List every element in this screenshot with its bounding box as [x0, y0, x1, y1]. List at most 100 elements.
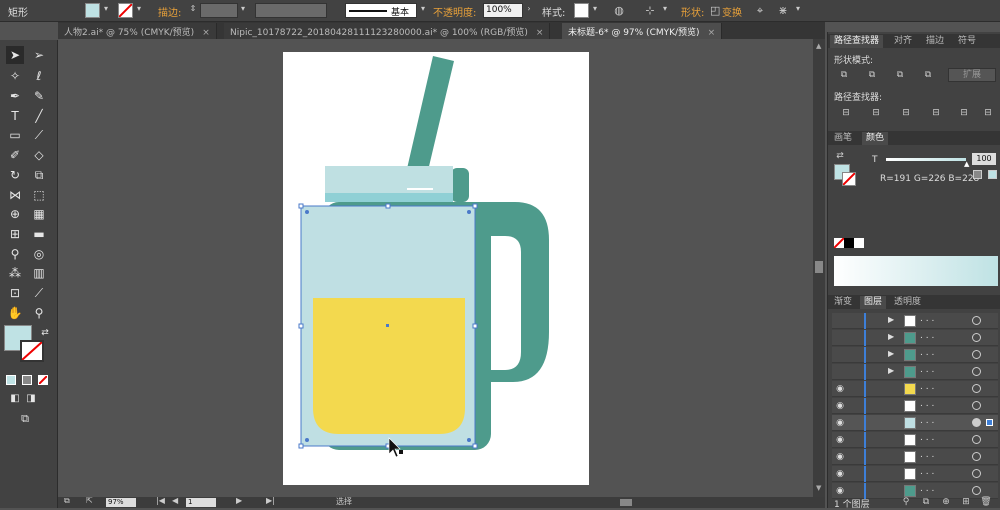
zoom-input[interactable]: 97%	[106, 498, 136, 507]
transform-label[interactable]: 变换	[722, 4, 742, 19]
outline-icon[interactable]: ⊟	[956, 106, 972, 120]
layer-row[interactable]: ▶ . . .	[832, 364, 998, 380]
tab-document-2[interactable]: Nipic_10178722_20180428111123280000.ai* …	[224, 23, 551, 39]
tab-color[interactable]: 颜色	[862, 132, 889, 145]
tab-align[interactable]: 对齐	[890, 35, 916, 48]
layer-row-selected[interactable]: ◉ . . .	[832, 415, 998, 431]
tint-input[interactable]: 100	[972, 153, 996, 165]
selection-tool-icon[interactable]: ➤	[6, 46, 24, 64]
target-icon[interactable]	[972, 469, 981, 478]
magic-wand-tool-icon[interactable]: ✧	[6, 67, 24, 85]
stroke-color-swatch[interactable]	[842, 172, 856, 186]
perspective-grid-tool-icon[interactable]: ▦	[30, 205, 48, 223]
artboard[interactable]	[283, 52, 589, 485]
tint-slider-thumb[interactable]: ▲	[964, 160, 969, 168]
artboard-nav-icon[interactable]: ⧉	[64, 496, 70, 506]
swap-colors-icon[interactable]: ⇄	[36, 324, 54, 342]
gradient-tool-icon[interactable]: ▬	[30, 225, 48, 243]
intersect-icon[interactable]: ⧉	[892, 68, 908, 82]
target-icon[interactable]	[972, 316, 981, 325]
expand-arrow-icon[interactable]: ▶	[888, 315, 894, 324]
target-icon[interactable]	[972, 333, 981, 342]
scale-tool-icon[interactable]: ⧉	[30, 166, 48, 184]
layer-row[interactable]: ◉ . . .	[832, 381, 998, 397]
gamut-swatch[interactable]	[988, 170, 997, 179]
layer-row[interactable]: ◉ . . .	[832, 449, 998, 465]
selection-indicator[interactable]	[986, 419, 993, 426]
layer-row[interactable]: ◉ . . .	[832, 432, 998, 448]
exclude-icon[interactable]: ⧉	[920, 68, 936, 82]
opacity-input[interactable]: 100%	[483, 3, 523, 18]
opacity-label[interactable]: 不透明度:	[433, 4, 476, 19]
artboard-tool-icon[interactable]: ⊡	[6, 284, 24, 302]
eye-icon[interactable]: ◉	[834, 383, 846, 395]
isolate-icon[interactable]: ⌖	[755, 4, 765, 18]
scroll-up-icon[interactable]: ▲	[816, 42, 821, 50]
target-icon[interactable]	[972, 486, 981, 495]
layer-row[interactable]: ▶ . . .	[832, 347, 998, 363]
tab-transparency[interactable]: 透明度	[890, 296, 925, 309]
eye-icon[interactable]: ◉	[834, 400, 846, 412]
brush-profile-select[interactable]: 基本	[345, 3, 417, 18]
stroke-color-swatch[interactable]	[20, 340, 44, 362]
type-tool-icon[interactable]: T	[6, 107, 24, 125]
color-spectrum[interactable]	[834, 256, 998, 286]
new-layer-icon[interactable]: ⊞	[958, 495, 974, 509]
target-icon[interactable]	[972, 418, 981, 427]
eye-icon[interactable]: ◉	[834, 485, 846, 497]
fill-swatch[interactable]	[85, 3, 100, 18]
pencil-tool-icon[interactable]: ✐	[6, 146, 24, 164]
line-tool-icon[interactable]: ╱	[30, 107, 48, 125]
shape-builder-tool-icon[interactable]: ⊕	[6, 205, 24, 223]
target-icon[interactable]	[972, 435, 981, 444]
expand-button[interactable]: 扩展	[948, 68, 996, 82]
graphic-style-swatch[interactable]	[574, 3, 589, 18]
rectangle-tool-icon[interactable]: ▭	[6, 126, 24, 144]
merge-icon[interactable]: ⊟	[898, 106, 914, 120]
trim-icon[interactable]: ⊟	[868, 106, 884, 120]
tab-symbols[interactable]: 符号	[954, 35, 980, 48]
layer-row[interactable]: ◉ . . .	[832, 466, 998, 482]
first-page-icon[interactable]: |◀	[156, 496, 165, 505]
white-swatch[interactable]	[854, 238, 864, 248]
divide-icon[interactable]: ⊟	[838, 106, 854, 120]
eye-icon[interactable]: ◉	[834, 451, 846, 463]
symbol-sprayer-tool-icon[interactable]: ⁂	[6, 264, 24, 282]
close-icon[interactable]: ×	[708, 28, 716, 38]
juice-shape[interactable]	[313, 298, 465, 434]
vertical-scrollbar[interactable]: ▲ ▼	[813, 39, 825, 497]
none-swatch[interactable]	[833, 237, 845, 249]
minus-front-icon[interactable]: ⧉	[864, 68, 880, 82]
tab-document-1[interactable]: 人物2.ai* @ 75% (CMYK/预览) ×	[58, 23, 217, 39]
stroke-swatch[interactable]	[118, 3, 133, 18]
new-sublayer-icon[interactable]: ⊕	[938, 495, 954, 509]
brush-profile-dropdown-icon[interactable]: ▾	[418, 4, 428, 18]
fill-dropdown-icon[interactable]: ▾	[101, 4, 111, 18]
recolor-artwork-icon[interactable]: ◍	[614, 4, 624, 18]
clipping-mask-icon[interactable]: ⧉	[918, 495, 934, 509]
color-mode-icon[interactable]	[6, 375, 16, 385]
crop-icon[interactable]: ⊟	[928, 106, 944, 120]
gradient-mode-icon[interactable]	[22, 375, 32, 385]
unite-icon[interactable]: ⧉	[836, 68, 852, 82]
shape-label[interactable]: 形状:	[681, 4, 704, 19]
tab-stroke[interactable]: 描边	[922, 35, 948, 48]
pen-tool-icon[interactable]: ✒	[6, 87, 24, 105]
curvature-tool-icon[interactable]: ✎	[30, 87, 48, 105]
stroke-dropdown-icon[interactable]: ▾	[134, 4, 144, 18]
draw-behind-icon[interactable]: ◨	[22, 390, 40, 408]
lid-knob[interactable]	[451, 168, 469, 202]
scroll-down-icon[interactable]: ▼	[816, 484, 821, 492]
prev-page-icon[interactable]: ◀	[172, 496, 178, 505]
black-swatch[interactable]	[844, 238, 854, 248]
more-dropdown-icon[interactable]: ▾	[793, 4, 803, 18]
align-dropdown-icon[interactable]: ▾	[660, 4, 670, 18]
style-dropdown-icon[interactable]: ▾	[590, 4, 600, 18]
page-input[interactable]: 1	[186, 498, 216, 507]
eye-icon[interactable]: ◉	[834, 417, 846, 429]
web-safe-icon[interactable]	[973, 170, 982, 179]
free-transform-tool-icon[interactable]: ⬚	[30, 186, 48, 204]
share-icon[interactable]: ⇱	[86, 496, 93, 505]
swap-colors-icon[interactable]: ⇄	[832, 149, 848, 163]
tab-layers[interactable]: 图层	[860, 296, 887, 309]
